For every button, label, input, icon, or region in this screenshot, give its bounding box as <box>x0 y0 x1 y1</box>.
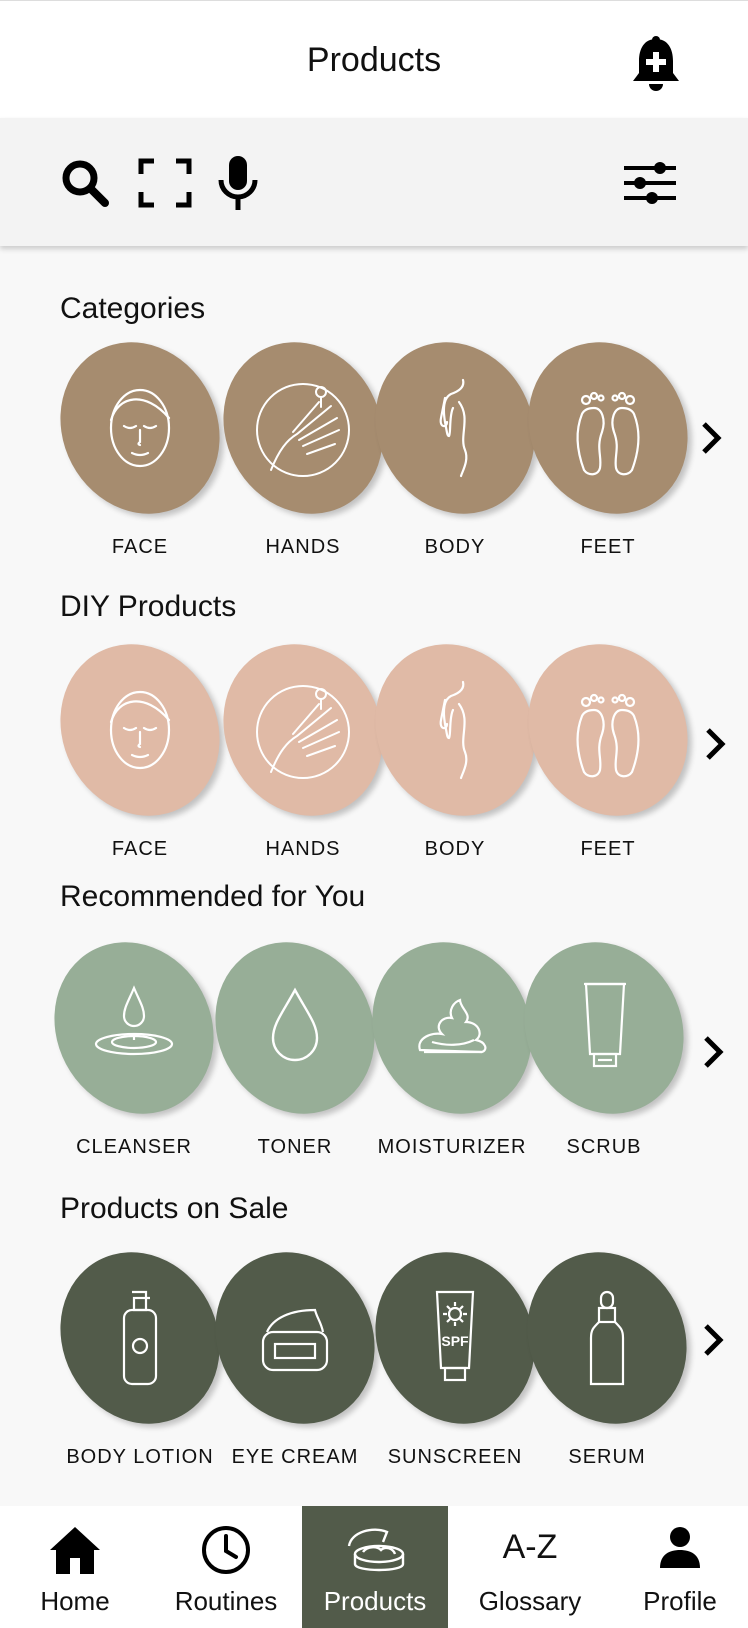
sunscreen-tube-icon: SPF <box>435 1290 475 1382</box>
nav-products[interactable]: Products <box>302 1506 448 1628</box>
recommended-scrub[interactable]: SCRUB <box>494 914 714 1170</box>
nav-profile[interactable]: Profile <box>612 1506 748 1628</box>
face-icon <box>109 388 171 468</box>
nav-label: Profile <box>643 1586 717 1616</box>
nav-routines[interactable]: Routines <box>150 1506 302 1628</box>
category-label: FEET <box>580 536 636 558</box>
nav-label: Home <box>40 1586 110 1616</box>
recommended-label: SCRUB <box>566 1136 642 1158</box>
nav-label: Routines <box>174 1586 278 1616</box>
feet-icon <box>576 693 640 778</box>
nav-home[interactable]: Home <box>0 1506 150 1628</box>
chevron-right-icon[interactable] <box>698 1032 728 1072</box>
sale-label: SERUM <box>568 1446 646 1468</box>
diy-label: FEET <box>580 838 636 860</box>
feet-icon <box>576 391 640 476</box>
top-bar: Products <box>0 0 748 118</box>
filter-sliders-icon[interactable] <box>622 160 678 206</box>
recommended-row: CLEANSER TONER MOISTURIZER SCRUB <box>0 914 748 1170</box>
cream-jar-icon <box>261 1308 329 1372</box>
bottom-nav: Home Routines Products A-Z Glossary Prof… <box>0 1506 748 1628</box>
chevron-right-icon[interactable] <box>700 724 730 764</box>
diy-feet[interactable]: FEET <box>498 616 718 872</box>
a-z-icon: A-Z <box>502 1528 558 1566</box>
diy-row: FACE HANDS BODY FEET <box>0 616 748 872</box>
face-icon <box>109 690 171 770</box>
microphone-icon[interactable] <box>216 154 260 212</box>
hand-icon <box>256 383 350 477</box>
spf-label: SPF <box>441 1333 469 1349</box>
section-title-sale: Products on Sale <box>60 1192 289 1225</box>
body-icon <box>439 680 468 780</box>
drop-icon <box>271 987 319 1062</box>
tube-icon <box>584 982 626 1068</box>
categories-row: FACE HANDS BODY FEET <box>0 314 748 570</box>
water-drop-ripple-icon <box>94 985 174 1056</box>
cream-swirl-icon <box>418 998 487 1054</box>
home-icon <box>50 1527 100 1574</box>
nav-label: Products <box>323 1586 427 1616</box>
search-icon[interactable] <box>60 158 110 208</box>
person-icon <box>660 1527 700 1568</box>
chevron-right-icon[interactable] <box>698 1320 728 1360</box>
sale-row: BODY LOTION EYE CREAM SPF SUNSCREEN SERU… <box>0 1224 748 1480</box>
chevron-right-icon[interactable] <box>696 418 726 458</box>
pump-bottle-icon <box>122 1290 158 1386</box>
bell-plus-icon[interactable] <box>630 35 682 95</box>
section-title-recommended: Recommended for You <box>60 880 366 913</box>
clock-icon <box>202 1526 250 1574</box>
search-toolbar <box>0 118 748 246</box>
nav-label: Glossary <box>478 1586 582 1616</box>
scan-icon[interactable] <box>138 158 192 208</box>
dropper-bottle-icon <box>589 1290 625 1386</box>
nav-glossary[interactable]: A-Z Glossary <box>448 1506 612 1628</box>
category-feet[interactable]: FEET <box>498 314 718 570</box>
sale-serum[interactable]: SERUM <box>497 1224 717 1480</box>
hand-icon <box>256 685 350 779</box>
cream-jar-icon <box>347 1528 405 1572</box>
section-title-diy: DIY Products <box>60 590 237 623</box>
body-icon <box>439 378 468 478</box>
section-title-categories: Categories <box>60 292 206 325</box>
